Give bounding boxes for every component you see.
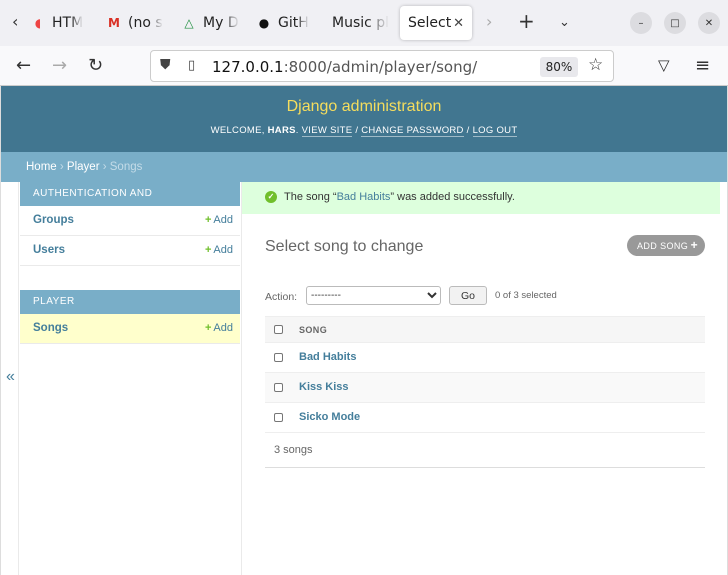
action-select[interactable]: --------- bbox=[306, 286, 441, 305]
sidebar-item-groups[interactable]: Groups + Add bbox=[20, 206, 240, 236]
breadcrumb-home[interactable]: Home bbox=[26, 161, 57, 173]
github-icon: ● bbox=[258, 16, 270, 30]
page-title: Select song to change bbox=[265, 238, 424, 255]
pocket-icon[interactable]: ▽ bbox=[658, 56, 670, 74]
module-caption-auth[interactable]: AUTHENTICATION AND AUTHORIZATION bbox=[20, 182, 240, 223]
breadcrumb-current: Songs bbox=[109, 161, 143, 173]
zoom-level[interactable]: 80% bbox=[540, 57, 578, 77]
maximize-icon[interactable]: □ bbox=[664, 12, 686, 34]
user-tools: WELCOME, HARS. VIEW SITE / CHANGE PASSWO… bbox=[210, 125, 518, 137]
breadcrumb: Home › Player › Songs bbox=[1, 152, 727, 182]
selection-counter: 0 of 3 selected bbox=[495, 290, 557, 301]
sidebar-toggle[interactable]: « bbox=[1, 182, 19, 575]
collapse-sidebar-icon[interactable]: « bbox=[6, 368, 15, 386]
module-caption-player[interactable]: PLAYER bbox=[20, 290, 240, 314]
browser-tab-active[interactable]: Select ✕ bbox=[400, 6, 472, 40]
add-song-button[interactable]: ADD SONG + bbox=[627, 235, 705, 256]
module-spacer bbox=[20, 266, 241, 290]
plus-icon: + bbox=[204, 214, 212, 226]
url-bar[interactable]: ⛊ ▯ 127.0.0.1:8000/admin/player/song/ 80… bbox=[150, 50, 614, 82]
list-tabs-icon[interactable]: ⌄ bbox=[559, 15, 570, 30]
success-message: ✓ The song “Bad Habits” was added succes… bbox=[242, 182, 720, 214]
row-checkbox[interactable] bbox=[274, 383, 283, 392]
checkmark-icon: ✓ bbox=[265, 191, 277, 203]
tab-scroll-left-icon[interactable]: ‹ bbox=[12, 12, 18, 31]
table-row: Bad Habits bbox=[265, 343, 705, 373]
sidebar-item-label[interactable]: Groups bbox=[33, 214, 74, 226]
username: HARS bbox=[267, 125, 296, 136]
row-checkbox[interactable] bbox=[274, 413, 283, 422]
sidebar-item-label[interactable]: Songs bbox=[33, 322, 68, 334]
forward-icon[interactable]: → bbox=[52, 55, 67, 76]
breadcrumb-app[interactable]: Player bbox=[67, 161, 100, 173]
sidebar: AUTHENTICATION AND AUTHORIZATION Groups … bbox=[20, 182, 242, 575]
shield-icon[interactable]: ⛊ bbox=[160, 57, 171, 73]
google-drive-icon: △ bbox=[184, 16, 194, 30]
page-icon[interactable]: ▯ bbox=[188, 58, 195, 73]
paginator: 3 songs bbox=[265, 433, 705, 468]
action-label: Action: bbox=[265, 291, 298, 303]
column-header-song[interactable]: SONG bbox=[299, 325, 327, 335]
browser-tab[interactable]: ◖ HTM bbox=[30, 6, 92, 40]
sidebar-item-songs[interactable]: Songs + Add bbox=[20, 314, 240, 344]
close-window-icon[interactable]: ✕ bbox=[698, 12, 720, 34]
browser-tab[interactable]: △ My D bbox=[181, 6, 241, 40]
main-content: ✓ The song “Bad Habits” was added succes… bbox=[242, 182, 720, 575]
add-users-link[interactable]: + Add bbox=[205, 244, 233, 256]
minimize-icon[interactable]: – bbox=[630, 12, 652, 34]
browser-tab[interactable]: ● GitH bbox=[256, 6, 316, 40]
add-groups-link[interactable]: + Add bbox=[205, 214, 233, 226]
sidebar-item-users[interactable]: Users + Add bbox=[20, 236, 240, 266]
new-tab-icon[interactable]: + bbox=[518, 9, 535, 33]
admin-header: Django administration WELCOME, HARS. VIE… bbox=[1, 86, 727, 152]
bookmark-star-icon[interactable]: ☆ bbox=[588, 55, 603, 75]
view-site-link[interactable]: VIEW SITE bbox=[301, 125, 353, 137]
table-row: Sicko Mode bbox=[265, 403, 705, 433]
row-checkbox[interactable] bbox=[274, 353, 283, 362]
table-header: SONG bbox=[265, 316, 705, 343]
html-icon: ◖ bbox=[34, 16, 42, 30]
gmail-icon: M bbox=[108, 16, 120, 30]
select-all-checkbox[interactable] bbox=[274, 325, 283, 334]
song-link[interactable]: Kiss Kiss bbox=[299, 381, 349, 393]
plus-icon: + bbox=[204, 322, 212, 334]
plus-icon: + bbox=[204, 244, 212, 256]
browser-tab[interactable]: M (no s bbox=[106, 6, 166, 40]
go-button[interactable]: Go bbox=[449, 286, 487, 305]
sidebar-item-label[interactable]: Users bbox=[33, 244, 65, 256]
page-content: Django administration WELCOME, HARS. VIE… bbox=[0, 86, 728, 575]
reload-icon[interactable]: ↻ bbox=[88, 55, 103, 76]
actions-bar: Action: --------- Go 0 of 3 selected bbox=[265, 286, 705, 310]
add-songs-link[interactable]: + Add bbox=[205, 322, 233, 334]
browser-tab[interactable]: Music pl bbox=[332, 6, 390, 40]
url-text[interactable]: 127.0.0.1:8000/admin/player/song/ bbox=[212, 58, 477, 76]
log-out-link[interactable]: LOG OUT bbox=[472, 125, 518, 137]
change-password-link[interactable]: CHANGE PASSWORD bbox=[361, 125, 464, 137]
tab-scroll-right-icon[interactable]: › bbox=[486, 12, 492, 31]
close-tab-icon[interactable]: ✕ bbox=[453, 16, 464, 31]
browser-toolbar: ← → ↻ ⛊ ▯ 127.0.0.1:8000/admin/player/so… bbox=[0, 46, 728, 86]
results-table: SONG Bad Habits Kiss Kiss Sicko Mode 3 s… bbox=[265, 316, 705, 468]
song-link[interactable]: Sicko Mode bbox=[299, 411, 360, 423]
table-row: Kiss Kiss bbox=[265, 373, 705, 403]
plus-icon: + bbox=[690, 238, 698, 252]
site-brand[interactable]: Django administration bbox=[1, 86, 727, 116]
added-song-link[interactable]: Bad Habits bbox=[337, 191, 391, 203]
menu-icon[interactable]: ≡ bbox=[695, 55, 710, 76]
song-link[interactable]: Bad Habits bbox=[299, 351, 356, 363]
back-icon[interactable]: ← bbox=[16, 55, 31, 76]
browser-tab-bar: ‹ ◖ HTM M (no s △ My D ● GitH Music pl S… bbox=[0, 0, 728, 46]
